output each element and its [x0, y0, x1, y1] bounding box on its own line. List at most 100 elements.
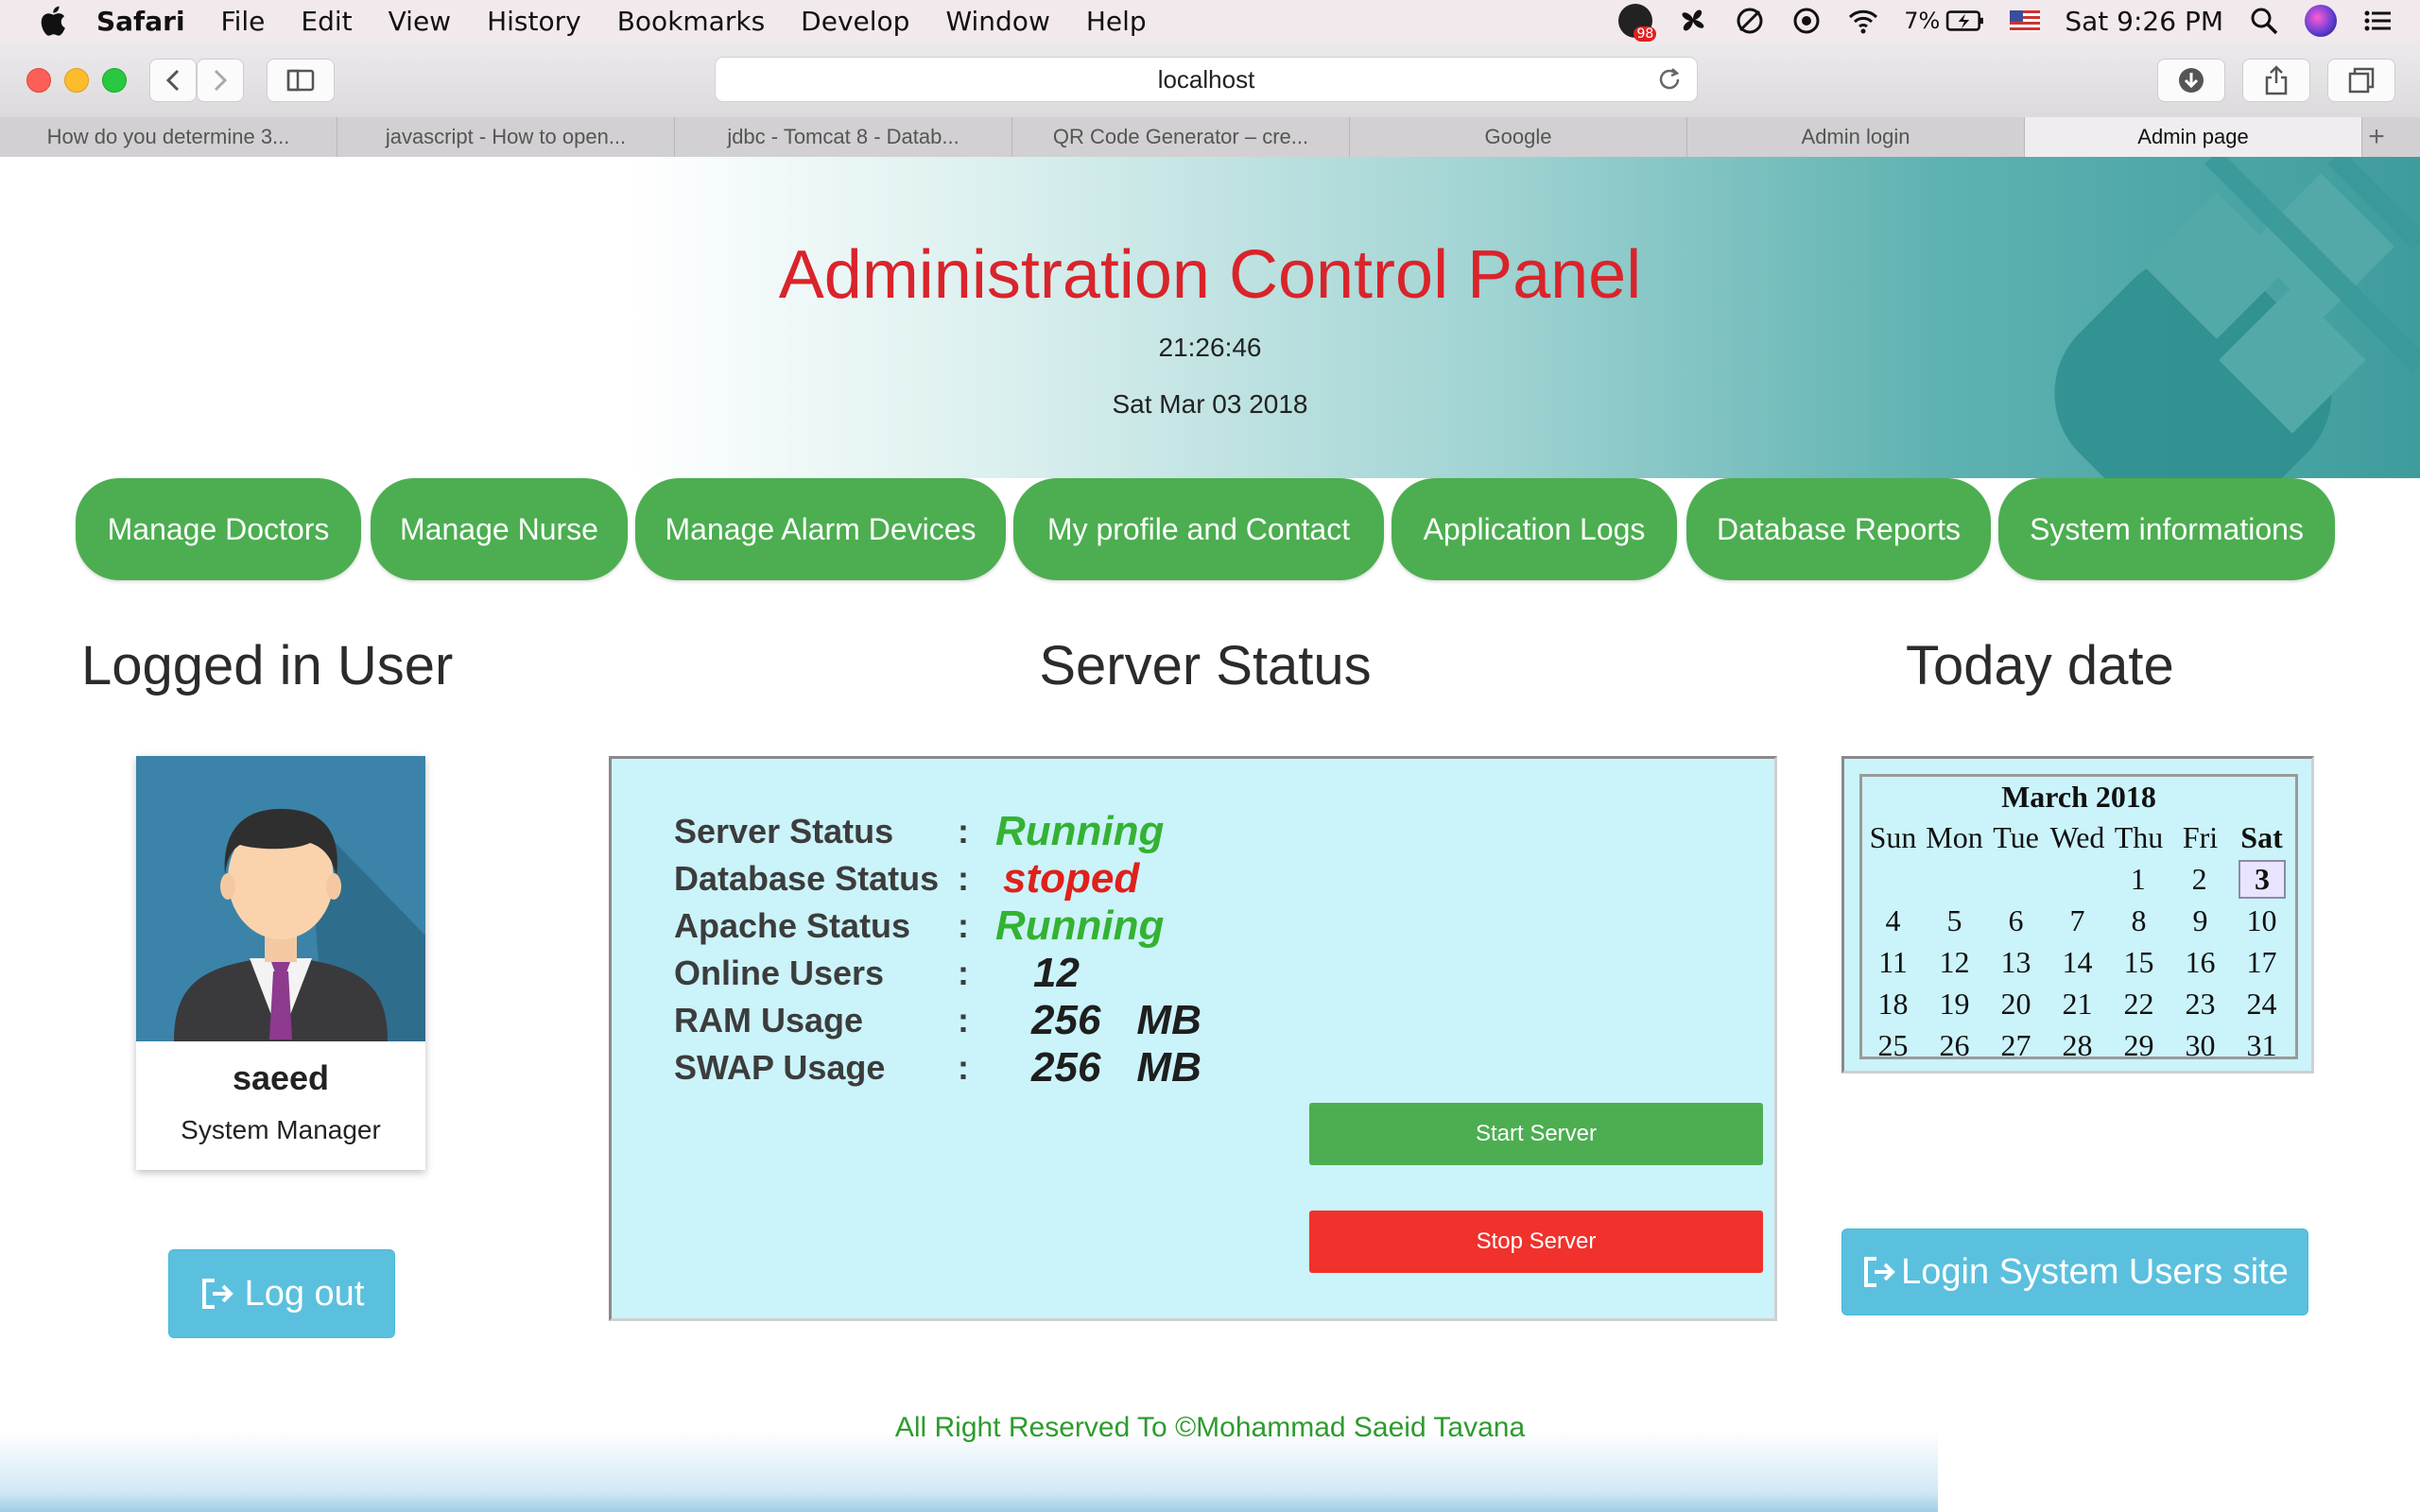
nav-system-informations[interactable]: System informations — [1998, 478, 2335, 580]
status-value-online-users: 12 — [1033, 950, 1080, 996]
menu-window[interactable]: Window — [945, 6, 1049, 37]
status-colon: : — [958, 1048, 969, 1087]
calendar-week: 18 19 20 21 22 23 24 — [1862, 983, 2295, 1024]
weekday-label: Thu — [2114, 819, 2164, 854]
menu-history[interactable]: History — [487, 6, 581, 37]
tabs-icon — [2348, 67, 2375, 94]
calendar-week: 25 26 27 28 29 30 31 — [1862, 1024, 2295, 1066]
calendar-day: 11 — [1878, 944, 1908, 979]
menu-view[interactable]: View — [389, 6, 451, 37]
nav-my-profile[interactable]: My profile and Contact — [1013, 478, 1384, 580]
nav-database-reports[interactable]: Database Reports — [1686, 478, 1991, 580]
footer-copyright: All Right Reserved To ©Mohammad Saeid Ta… — [894, 1412, 1526, 1443]
menubar-clock[interactable]: Sat 9:26 PM — [2065, 6, 2223, 37]
calendar-day: 24 — [2246, 986, 2277, 1021]
us-flag-icon[interactable] — [2010, 10, 2041, 31]
calendar-day: 10 — [2246, 902, 2277, 937]
user-profile-card: saeed System Manager — [136, 756, 425, 1170]
calendar-month: March 2018 — [2001, 780, 2156, 814]
menu-bookmarks[interactable]: Bookmarks — [617, 6, 765, 37]
nav-application-logs[interactable]: Application Logs — [1392, 478, 1677, 580]
calendar-day: 31 — [2246, 1027, 2277, 1062]
status-area: 98 7% Sat 9:26 PM — [1594, 0, 2394, 42]
notification-center-icon[interactable] — [2361, 6, 2394, 36]
browser-tab[interactable]: How do you determine 3... — [0, 117, 337, 157]
nav-manage-alarm-devices[interactable]: Manage Alarm Devices — [635, 478, 1006, 580]
status-value-swap: 256 — [1031, 1044, 1101, 1091]
status-colon: : — [958, 954, 969, 992]
start-server-button[interactable]: Start Server — [1309, 1103, 1763, 1165]
address-bar[interactable]: localhost — [715, 57, 1698, 102]
calendar-day: 5 — [1946, 902, 1962, 937]
menu-file[interactable]: File — [221, 6, 266, 37]
menu-develop[interactable]: Develop — [801, 6, 909, 37]
status-unit: MB — [1136, 1044, 1201, 1091]
nav-manage-nurse[interactable]: Manage Nurse — [371, 478, 628, 580]
sidebar-icon — [286, 69, 315, 92]
sidebar-toggle-button[interactable] — [267, 59, 335, 102]
browser-tab[interactable]: QR Code Generator – cre... — [1012, 117, 1350, 157]
status-label: RAM Usage — [674, 1001, 864, 1040]
downloads-button[interactable] — [2157, 59, 2225, 102]
battery-charging-icon[interactable] — [1945, 6, 1985, 36]
calendar-day: 26 — [1939, 1027, 1970, 1062]
back-button[interactable] — [149, 59, 197, 102]
window-minimize-button[interactable] — [64, 68, 89, 93]
banner-logo-graphic — [2054, 157, 2420, 478]
window-close-button[interactable] — [26, 68, 51, 93]
calendar-day: 15 — [2123, 944, 2154, 979]
siri-icon[interactable] — [2305, 5, 2337, 37]
calendar-day: 21 — [2062, 986, 2093, 1021]
apple-icon[interactable] — [36, 4, 68, 38]
menu-edit[interactable]: Edit — [301, 6, 352, 37]
browser-tab[interactable]: Admin login — [1687, 117, 2025, 157]
battery-percent: 7% — [1904, 8, 1941, 34]
nav-manage-doctors[interactable]: Manage Doctors — [76, 478, 361, 580]
weekday-label: Sun — [1869, 819, 1917, 854]
status-row-database: Database Status : stoped — [674, 855, 1139, 902]
new-tab-button[interactable]: + — [2362, 117, 2391, 157]
menu-app-safari[interactable]: Safari — [96, 6, 185, 37]
login-system-users-button[interactable]: Login System Users site — [1841, 1228, 2308, 1315]
user-name: saeed — [232, 1058, 330, 1097]
calendar-day: 2 — [2191, 861, 2207, 896]
calendar-day: 14 — [2062, 944, 2093, 979]
fan-icon[interactable] — [1677, 6, 1709, 36]
wifi-icon[interactable] — [1847, 6, 1879, 36]
calendar-day: 20 — [2000, 986, 2031, 1021]
calendar-day: 19 — [1939, 986, 1970, 1021]
reload-icon[interactable] — [1655, 65, 1684, 94]
calendar-week: 11 12 13 14 15 16 17 — [1862, 941, 2295, 983]
tab-bar: How do you determine 3... javascript - H… — [0, 117, 2420, 158]
logout-button[interactable]: Log out — [168, 1249, 395, 1338]
browser-tab[interactable]: jdbc - Tomcat 8 - Datab... — [675, 117, 1012, 157]
page-title: Administration Control Panel — [778, 237, 1642, 313]
browser-tab[interactable]: javascript - How to open... — [337, 117, 675, 157]
calendar-week: 1 2 3 — [1862, 858, 2295, 900]
calendar-day: 1 — [2130, 861, 2146, 896]
weekday-label: Tue — [1993, 819, 2039, 854]
browser-tab-active[interactable]: Admin page — [2025, 117, 2362, 157]
window-zoom-button[interactable] — [102, 68, 127, 93]
calendar-day: 28 — [2062, 1027, 2093, 1062]
tab-overview-button[interactable] — [2327, 59, 2395, 102]
status-label: Database Status — [674, 859, 940, 898]
calendar-day: 17 — [2246, 944, 2277, 979]
calendar-day: 18 — [1877, 986, 1909, 1021]
signature-icon[interactable] — [1734, 6, 1766, 36]
calendar-day: 30 — [2185, 1027, 2216, 1062]
calendar-day: 12 — [1939, 944, 1970, 979]
status-colon: : — [958, 859, 969, 898]
browser-tab[interactable]: Google — [1350, 117, 1687, 157]
calendar-day: 27 — [2000, 1027, 2031, 1062]
stop-server-button[interactable]: Stop Server — [1309, 1211, 1763, 1273]
menu-help[interactable]: Help — [1086, 6, 1147, 37]
avatar — [136, 756, 425, 1041]
eye-icon[interactable] — [1790, 6, 1823, 36]
notification-badge-icon[interactable]: 98 — [1618, 4, 1657, 42]
spotlight-search-icon[interactable] — [2248, 6, 2280, 36]
share-button[interactable] — [2242, 59, 2310, 102]
user-role: System Manager — [181, 1115, 381, 1144]
forward-button[interactable] — [197, 59, 244, 102]
calendar-day: 7 — [2069, 902, 2085, 937]
